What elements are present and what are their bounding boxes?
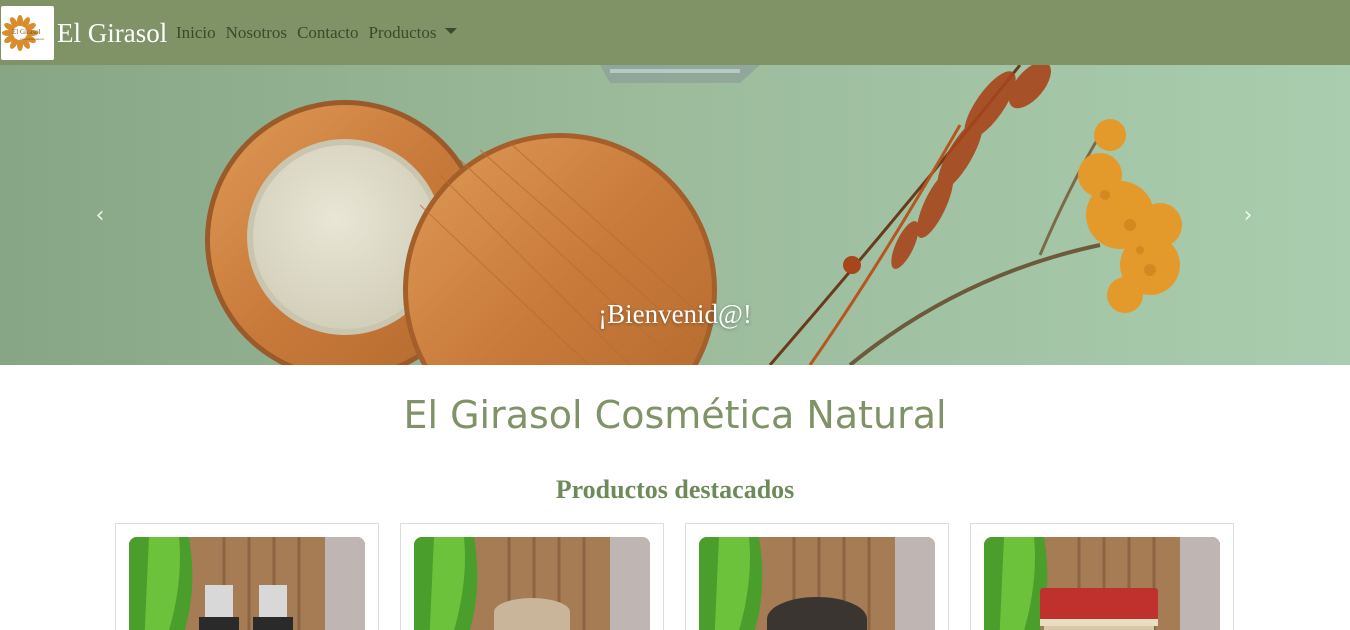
product-card[interactable] xyxy=(115,523,379,630)
product-soap-bar-image xyxy=(414,537,650,630)
product-card[interactable] xyxy=(685,523,949,630)
brand-logo[interactable]: El Girasol cosmética natural xyxy=(1,6,54,60)
logo-text: El Girasol xyxy=(12,28,41,36)
product-bottles-image xyxy=(129,537,365,630)
logo-subtext: cosmética natural xyxy=(20,37,44,41)
page-title: El Girasol Cosmética Natural xyxy=(403,393,947,437)
brand-name[interactable]: El Girasol xyxy=(57,16,167,50)
product-red-soap-image xyxy=(984,537,1220,630)
hero-carousel: ‹ › ¡Bienvenid@! xyxy=(0,65,1350,365)
nav-dropdown-productos[interactable]: Productos xyxy=(368,22,458,44)
navbar: El Girasol cosmética natural El Girasol … xyxy=(0,0,1350,65)
product-card[interactable] xyxy=(970,523,1234,630)
nav-link-nosotros[interactable]: Nosotros xyxy=(226,22,287,44)
caret-down-icon xyxy=(445,28,458,35)
carousel-caption: ¡Bienvenid@! xyxy=(598,299,752,329)
nav-link-contacto[interactable]: Contacto xyxy=(297,22,358,44)
product-card[interactable] xyxy=(400,523,664,630)
chevron-left-icon: ‹ xyxy=(95,202,105,228)
section-title: Productos destacados xyxy=(555,475,795,504)
chevron-right-icon: › xyxy=(1243,202,1253,228)
product-dark-soap-image xyxy=(699,537,935,630)
nav-link-inicio[interactable]: Inicio xyxy=(176,22,216,44)
nav-dropdown-label: Productos xyxy=(368,23,437,42)
nav-links: Inicio Nosotros Contacto Productos xyxy=(176,22,467,44)
